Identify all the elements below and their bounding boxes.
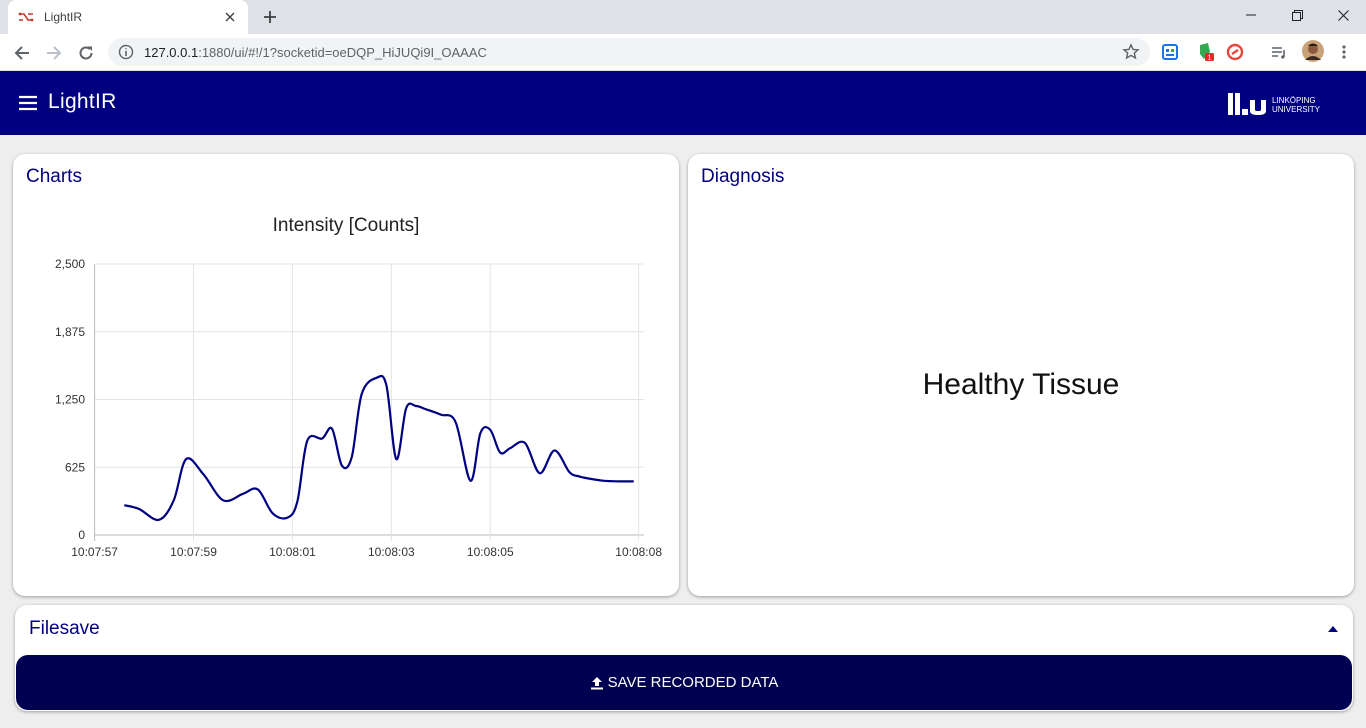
browser-menu-icon[interactable] [1334,42,1354,62]
minimize-icon[interactable] [1228,0,1274,30]
x-tick-label: 10:07:59 [170,545,217,559]
y-tick-label: 625 [65,460,85,474]
profile-avatar[interactable] [1302,40,1324,62]
charts-card: Charts Intensity [Counts] 0 625 1,250 1,875… [13,154,679,596]
upload-icon [590,676,603,689]
x-tick-label: 10:08:05 [467,545,514,559]
tab-title: LightIR [44,10,83,24]
logo-line2: UNIVERSITY [1272,105,1321,114]
y-tick-label: 0 [78,528,85,542]
diagnosis-card: Diagnosis Healthy Tissue [688,154,1354,596]
x-tick-label: 10:08:03 [368,545,415,559]
x-tick-label: 10:08:01 [269,545,316,559]
logo-line1: LINKÖPING [1272,96,1316,105]
forward-icon[interactable] [40,39,68,67]
extension-calendar-icon[interactable] [1160,42,1180,62]
window-close-icon[interactable] [1320,0,1366,30]
hamburger-menu-icon[interactable] [18,94,38,112]
liu-logo: LINKÖPING UNIVERSITY [1228,91,1340,117]
address-bar[interactable]: 127.0.0.1:1880/ui/#!/1?socketid=oeDQP_Hi… [108,38,1150,66]
extension-badge: 1 [1208,55,1212,62]
save-button-label: SAVE RECORDED DATA [607,674,779,691]
close-tab-icon[interactable] [222,9,238,25]
y-tick-label: 1,250 [55,393,85,407]
extension-shield-icon[interactable]: 1 [1196,42,1216,62]
media-queue-icon[interactable] [1269,42,1289,62]
extension-red-circle-icon[interactable] [1225,42,1245,62]
url-text: 127.0.0.1:1880/ui/#!/1?socketid=oeDQP_Hi… [144,44,487,60]
diagnosis-result: Healthy Tissue [922,368,1120,401]
y-tick-label: 1,875 [55,325,85,339]
site-info-icon[interactable] [118,44,134,60]
browser-toolbar: 127.0.0.1:1880/ui/#!/1?socketid=oeDQP_Hi… [0,34,1366,71]
back-icon[interactable] [8,39,36,67]
bookmark-star-icon[interactable] [1122,43,1140,61]
browser-tabstrip: LightIR [0,0,1366,34]
reload-icon[interactable] [72,39,100,67]
y-tick-label: 2,500 [55,257,85,271]
save-recorded-data-button[interactable]: SAVE RECORDED DATA [16,655,1352,710]
node-red-favicon-icon [18,9,34,25]
intensity-series-line [124,374,634,521]
collapse-up-icon[interactable] [1327,624,1339,634]
app-title: LightIR [48,90,117,113]
browser-tab[interactable]: LightIR [8,0,248,34]
filesave-card-title: Filesave [29,618,100,639]
x-tick-label: 10:08:08 [615,545,662,559]
x-tick-label: 10:07:57 [71,545,118,559]
restore-icon[interactable] [1274,0,1320,30]
app-header: LightIR LINKÖPING UNIVERSITY [0,71,1366,135]
new-tab-icon[interactable] [258,6,282,28]
intensity-line-chart: 0 625 1,250 1,875 2,500 10:07:57 10:07:59 10:08… [55,257,662,559]
diagnosis-card-title: Diagnosis [701,166,785,187]
